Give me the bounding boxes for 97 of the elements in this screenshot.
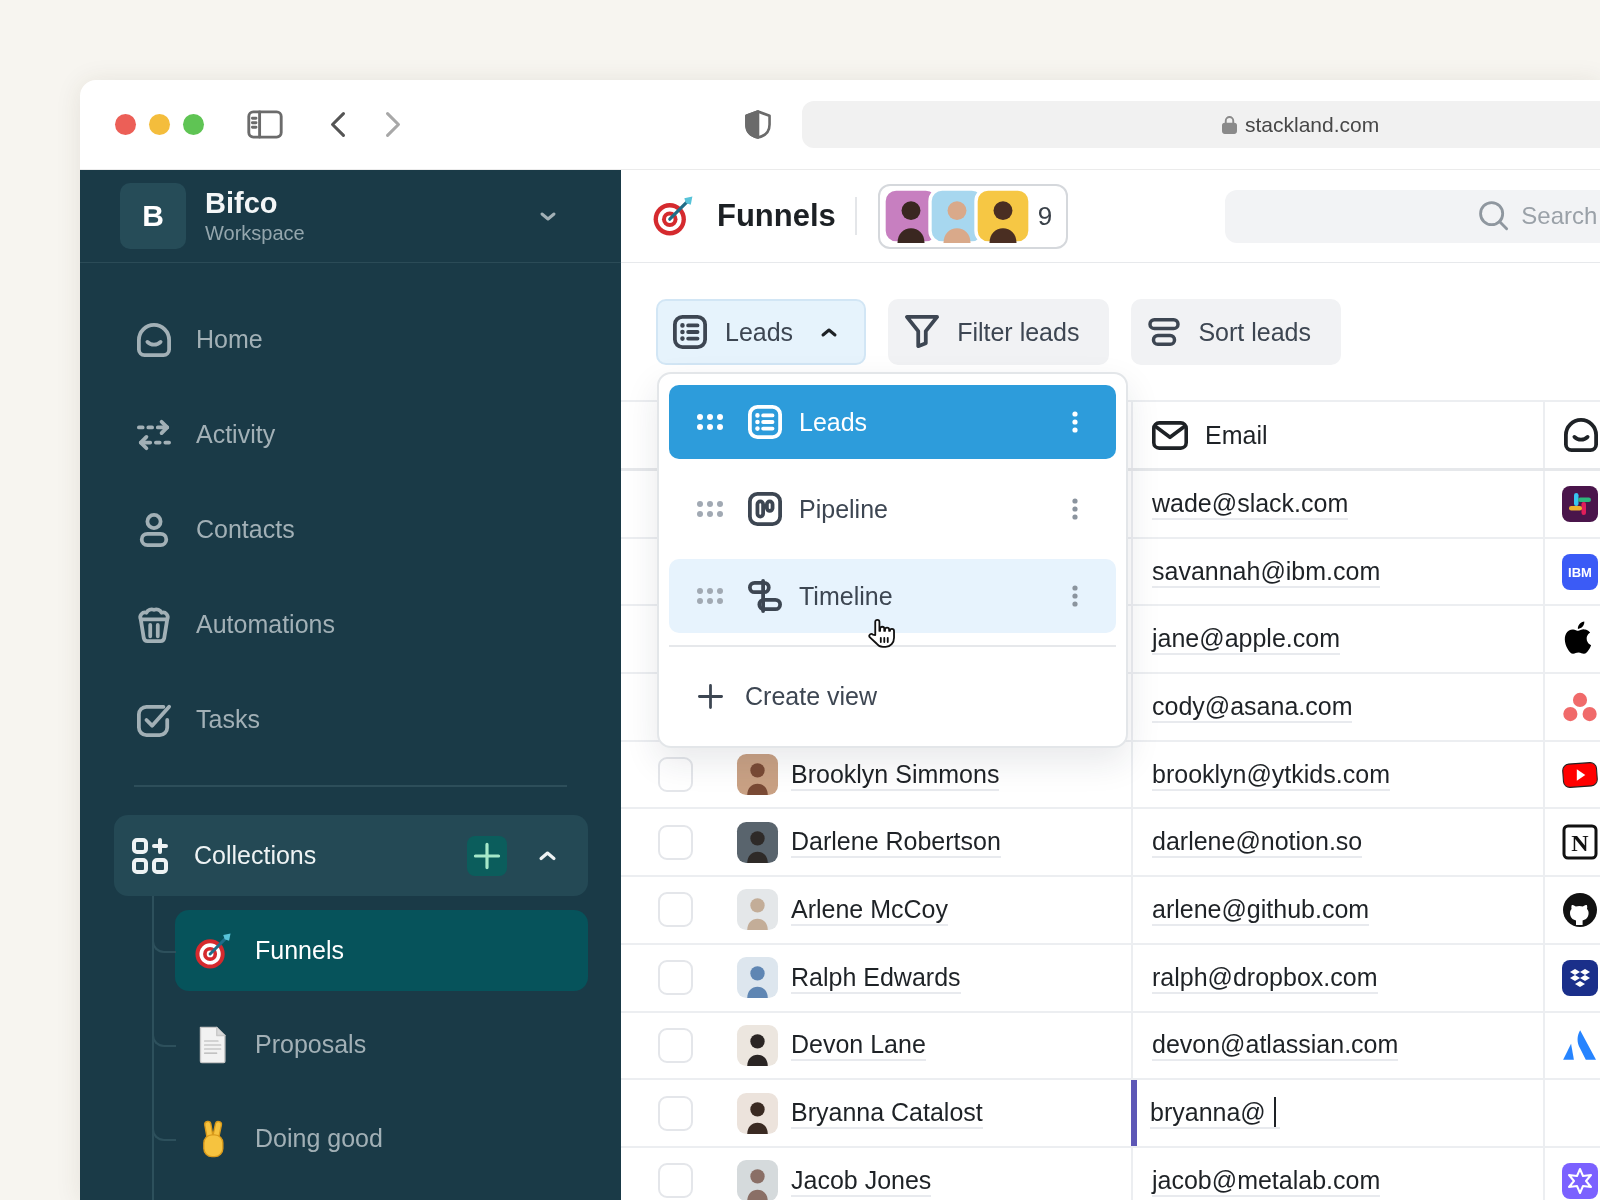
kebab-menu-icon: [1072, 498, 1078, 520]
grid-plus-icon: [132, 837, 168, 874]
shield-icon[interactable]: [745, 110, 771, 139]
plus-icon: [698, 684, 723, 709]
filter-button[interactable]: Filter leads: [888, 299, 1110, 365]
contact-name[interactable]: Darlene Robertson: [791, 826, 1001, 859]
target-icon: [194, 931, 232, 970]
list-icon: [748, 405, 782, 439]
drag-handle-icon: [697, 501, 723, 517]
workspace-label: Workspace: [205, 220, 305, 245]
email-text: wade@slack.com: [1152, 487, 1349, 520]
columns-icon: [748, 492, 782, 526]
victory-hand-icon: [200, 1119, 226, 1158]
workspace-name[interactable]: Bifco: [205, 187, 305, 221]
member-count: 9: [1037, 200, 1053, 232]
window-zoom-button[interactable]: [183, 114, 204, 135]
checkbox-tick-icon: [137, 702, 171, 737]
target-icon: [652, 195, 694, 237]
kebab-menu-icon: [1072, 411, 1078, 433]
row-checkbox[interactable]: [658, 1095, 693, 1131]
list-icon: [673, 315, 707, 349]
search-icon: [1479, 200, 1510, 231]
sidebar-nav-item[interactable]: Activity: [80, 387, 621, 482]
hand-cursor-icon: [868, 617, 895, 649]
window-minimize-button[interactable]: [149, 114, 170, 135]
company-logo-icon: [1562, 485, 1598, 522]
smile-icon: [1564, 418, 1598, 452]
mail-icon: [1152, 420, 1188, 450]
contact-name[interactable]: Arlene McCoy: [791, 893, 948, 926]
contact-name[interactable]: Ralph Edwards: [791, 961, 961, 994]
collections-label: Collections: [194, 841, 317, 870]
view-menu-item[interactable]: Pipeline: [669, 472, 1116, 546]
kebab-menu-icon: [1072, 585, 1078, 607]
drag-handle-icon: [697, 588, 723, 604]
email-input-field[interactable]: bryanna@: [1131, 1080, 1543, 1146]
create-view-button[interactable]: Create view: [669, 647, 1116, 746]
sidebar-nav-item[interactable]: Contacts: [80, 482, 621, 577]
avatar-placeholder: [737, 1160, 778, 1200]
email-text: cody@asana.com: [1152, 690, 1353, 723]
avatar-placeholder: [975, 189, 1030, 243]
avatar-placeholder: [737, 821, 778, 863]
email-text: brooklyn@ytkids.com: [1152, 758, 1390, 791]
sidebar-nav-item[interactable]: Tasks: [80, 672, 621, 767]
email-text: ralph@dropbox.com: [1152, 961, 1378, 994]
row-checkbox[interactable]: [658, 1163, 693, 1199]
sidebar-toggle-icon[interactable]: [247, 110, 283, 139]
avatar-placeholder: [737, 1024, 778, 1066]
members-button[interactable]: 9: [877, 183, 1069, 249]
contact-name[interactable]: Bryanna Catalost: [791, 1097, 983, 1130]
avatar-placeholder: [737, 754, 778, 796]
drag-handle-icon: [697, 414, 723, 430]
avatar-placeholder: [737, 1092, 778, 1134]
row-checkbox[interactable]: [658, 1027, 693, 1063]
sidebar-nav-item[interactable]: Automations: [80, 577, 621, 672]
company-logo-icon: [1562, 691, 1598, 722]
email-text: jacob@metalab.com: [1152, 1164, 1381, 1197]
bucket-icon: [137, 607, 171, 642]
contact-name[interactable]: Jacob Jones: [791, 1164, 932, 1197]
avatar-placeholder: [737, 889, 778, 931]
company-logo-icon: N: [1562, 824, 1598, 861]
sidebar-nav-item[interactable]: Home: [80, 292, 621, 387]
avatar-placeholder: [737, 957, 778, 999]
page-title: Funnels: [717, 198, 836, 234]
email-text: arlene@github.com: [1152, 893, 1370, 926]
row-checkbox[interactable]: [658, 960, 693, 996]
company-logo-icon: IBM: [1562, 553, 1598, 590]
swap-arrows-icon: [137, 417, 171, 452]
column-header[interactable]: Email: [1152, 420, 1268, 450]
collections-header[interactable]: Collections: [114, 815, 588, 896]
email-text: savannah@ibm.com: [1152, 555, 1381, 588]
view-select-button[interactable]: Leads: [656, 299, 867, 365]
address-bar[interactable]: stackland.com: [802, 101, 1600, 148]
smile-icon: [137, 322, 171, 357]
email-text: devon@atlassian.com: [1152, 1029, 1399, 1062]
document-icon: [199, 1025, 227, 1064]
timeline-icon: [748, 579, 782, 613]
text-cursor-icon: [1273, 1097, 1276, 1128]
email-text: jane@apple.com: [1152, 623, 1340, 656]
company-logo-icon: [1562, 1029, 1596, 1062]
contact-name[interactable]: Brooklyn Simmons: [791, 758, 1000, 791]
chevron-up-icon: [822, 328, 837, 336]
chevron-down-icon: [541, 212, 555, 220]
email-text: darlene@notion.so: [1152, 826, 1363, 859]
sort-icon: [1148, 318, 1181, 346]
sort-button[interactable]: Sort leads: [1131, 299, 1341, 365]
workspace-logo[interactable]: B: [120, 183, 186, 249]
filter-icon: [905, 315, 940, 349]
plus-icon: [474, 842, 500, 869]
person-icon: [137, 512, 171, 547]
row-checkbox[interactable]: [658, 824, 693, 860]
row-checkbox[interactable]: [658, 892, 693, 928]
window-close-button[interactable]: [115, 114, 136, 135]
add-collection-button[interactable]: [467, 835, 507, 876]
lock-icon: [1222, 115, 1237, 134]
search-field[interactable]: Search: [1225, 189, 1600, 243]
row-checkbox[interactable]: [658, 757, 693, 793]
contact-name[interactable]: Devon Lane: [791, 1029, 926, 1062]
